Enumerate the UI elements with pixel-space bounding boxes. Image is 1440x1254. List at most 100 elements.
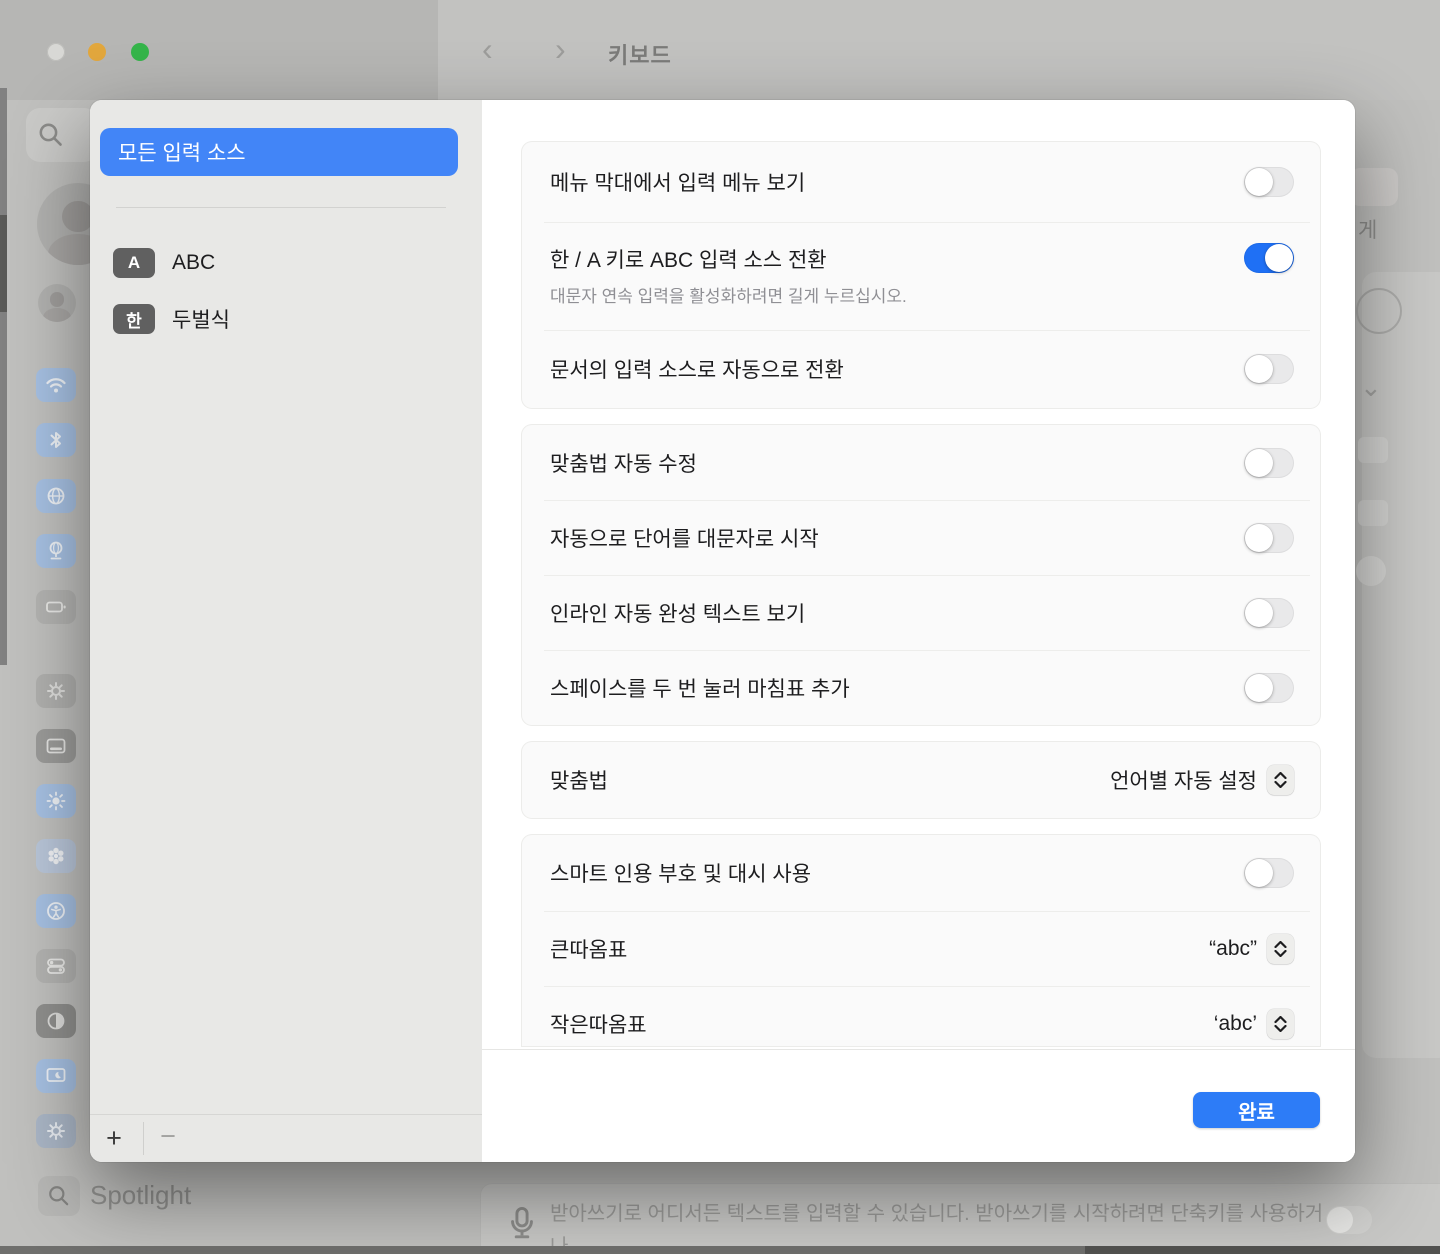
- input-source-badge: A: [113, 248, 155, 278]
- background-bottom-edge-dark: [1085, 1246, 1440, 1254]
- done-button[interactable]: 완료: [1193, 1092, 1320, 1128]
- settings-row: 문서의 입력 소스로 자동으로 전환: [522, 330, 1320, 408]
- sidebar-item-network[interactable]: [36, 479, 76, 513]
- toggle-knob: [1245, 599, 1273, 627]
- window-icon: [45, 735, 67, 757]
- select-control[interactable]: “abc”: [1209, 934, 1294, 964]
- minimize-button[interactable]: [88, 43, 106, 61]
- flower-icon: [45, 845, 67, 867]
- sidebar-footer: + −: [90, 1114, 482, 1162]
- sidebar-item-두벌식[interactable]: 한두벌식: [113, 304, 462, 334]
- settings-group: 맞춤법 자동 수정자동으로 단어를 대문자로 시작인라인 자동 완성 텍스트 보…: [522, 425, 1320, 725]
- toggle-switch[interactable]: [1244, 673, 1294, 703]
- forward-chevron-icon[interactable]: ›: [555, 30, 566, 68]
- setting-text: 맞춤법: [550, 765, 1110, 795]
- toggle-knob: [1245, 674, 1273, 702]
- footer-separator: [143, 1122, 144, 1155]
- toggle-knob: [1245, 168, 1273, 196]
- sidebar-item-control-center[interactable]: [36, 949, 76, 983]
- sidebar-item-general[interactable]: [36, 674, 76, 708]
- input-sources-dialog: 모든 입력 소스 A ABC 한두벌식 + − 메뉴 막대에서 입력 메뉴 보기한 …: [90, 100, 1355, 1162]
- settings-row: 스마트 인용 부호 및 대시 사용: [522, 835, 1320, 911]
- toggle-knob: [1265, 244, 1293, 272]
- sidebar-item-all-input-sources[interactable]: 모든 입력 소스: [100, 128, 458, 176]
- close-button[interactable]: [47, 43, 65, 61]
- gear-icon: [45, 1120, 67, 1142]
- globe2-icon: [45, 540, 67, 562]
- background-partial-stepper: [1358, 500, 1388, 526]
- search-field[interactable]: [26, 108, 98, 162]
- toggle-switch[interactable]: [1244, 167, 1294, 197]
- sidebar-item-screen-saver[interactable]: [36, 1059, 76, 1093]
- stepper-icon[interactable]: [1267, 1009, 1294, 1039]
- toggle-knob: [1245, 355, 1273, 383]
- toggle-switch[interactable]: [1244, 243, 1294, 273]
- setting-text: 인라인 자동 완성 텍스트 보기: [550, 598, 1244, 628]
- sidebar-item-battery[interactable]: [36, 590, 76, 624]
- setting-text: 맞춤법 자동 수정: [550, 448, 1244, 478]
- toggle-knob: [1245, 524, 1273, 552]
- setting-label: 메뉴 막대에서 입력 메뉴 보기: [550, 167, 1204, 197]
- sidebar-item-displays[interactable]: [36, 784, 76, 818]
- select-value: “abc”: [1209, 937, 1257, 961]
- toggle-switch[interactable]: [1244, 858, 1294, 888]
- background-partial-button: [1350, 168, 1398, 206]
- titlebar-sidebar-region: [0, 0, 438, 100]
- screen: ‹ › 키보드 Spotlight 게 ⌄: [0, 0, 1440, 1254]
- setting-label: 큰따옴표: [550, 934, 1169, 964]
- input-sources-sidebar: 모든 입력 소스 A ABC 한두벌식 + −: [90, 100, 482, 1162]
- setting-label: 스마트 인용 부호 및 대시 사용: [550, 858, 1204, 888]
- toggle-switch[interactable]: [1244, 523, 1294, 553]
- setting-label: 한 / A 키로 ABC 입력 소스 전환: [550, 244, 1204, 274]
- sidebar-item-bluetooth[interactable]: [36, 423, 76, 457]
- setting-label: 스페이스를 두 번 눌러 마침표 추가: [550, 673, 1204, 703]
- search-icon: [37, 121, 65, 149]
- background-window-edge: [0, 88, 7, 665]
- select-control[interactable]: 언어별 자동 설정: [1110, 765, 1294, 795]
- titlebar-content-region: [438, 0, 1440, 100]
- zoom-button[interactable]: [131, 43, 149, 61]
- toggle-switch[interactable]: [1244, 598, 1294, 628]
- settings-row: 스페이스를 두 번 눌러 마침표 추가: [522, 650, 1320, 725]
- back-chevron-icon[interactable]: ‹: [482, 30, 493, 68]
- toggle-switch[interactable]: [1244, 354, 1294, 384]
- add-input-source-button[interactable]: +: [98, 1121, 130, 1155]
- sidebar-item-wifi[interactable]: [36, 368, 76, 402]
- sidebar-item-menu-bar[interactable]: [36, 729, 76, 763]
- setting-text: 한 / A 키로 ABC 입력 소스 전환대문자 연속 입력을 활성화하려면 길…: [550, 222, 1244, 307]
- settings-scroll-area[interactable]: 메뉴 막대에서 입력 메뉴 보기한 / A 키로 ABC 입력 소스 전환대문자…: [482, 100, 1355, 1050]
- setting-label: 자동으로 단어를 대문자로 시작: [550, 523, 1204, 553]
- sidebar-item-abc[interactable]: A ABC: [113, 248, 462, 278]
- background-titlebar: ‹ › 키보드: [0, 0, 1440, 100]
- setting-text: 자동으로 단어를 대문자로 시작: [550, 523, 1244, 553]
- settings-group: 메뉴 막대에서 입력 메뉴 보기한 / A 키로 ABC 입력 소스 전환대문자…: [522, 142, 1320, 408]
- select-control[interactable]: ‘abc’: [1214, 1009, 1294, 1039]
- settings-row: 한 / A 키로 ABC 입력 소스 전환대문자 연속 입력을 활성화하려면 길…: [522, 222, 1320, 330]
- dictation-toggle[interactable]: [1326, 1206, 1372, 1234]
- sidebar-item-vpn[interactable]: [36, 534, 76, 568]
- gear-icon: [45, 680, 67, 702]
- background-partial-toggle: [1356, 556, 1386, 586]
- settings-row: 인라인 자동 완성 텍스트 보기: [522, 575, 1320, 650]
- spotlight-icon: [47, 1184, 71, 1208]
- page-title: 키보드: [608, 38, 672, 70]
- globe-icon: [45, 485, 67, 507]
- spotlight-label: Spotlight: [90, 1180, 191, 1211]
- setting-label: 인라인 자동 완성 텍스트 보기: [550, 598, 1204, 628]
- stepper-icon[interactable]: [1267, 765, 1294, 795]
- family-avatar[interactable]: [38, 284, 76, 322]
- input-source-label: ABC: [172, 251, 215, 275]
- sidebar-item-accessibility[interactable]: [36, 894, 76, 928]
- stepper-icon[interactable]: [1267, 934, 1294, 964]
- battery-icon: [45, 596, 67, 618]
- background-partial-dial: [1356, 288, 1402, 334]
- setting-label: 맞춤법 자동 수정: [550, 448, 1204, 478]
- sidebar-item-spotlight[interactable]: [38, 1176, 80, 1216]
- settings-row: 큰따옴표 “abc”: [522, 911, 1320, 986]
- toggle-switch[interactable]: [1244, 448, 1294, 478]
- sidebar-divider: [116, 207, 446, 208]
- sidebar-item-appearance[interactable]: [36, 1004, 76, 1038]
- remove-input-source-button[interactable]: −: [150, 1119, 186, 1153]
- sidebar-item-siri[interactable]: [36, 1114, 76, 1148]
- sidebar-item-wallpaper[interactable]: [36, 839, 76, 873]
